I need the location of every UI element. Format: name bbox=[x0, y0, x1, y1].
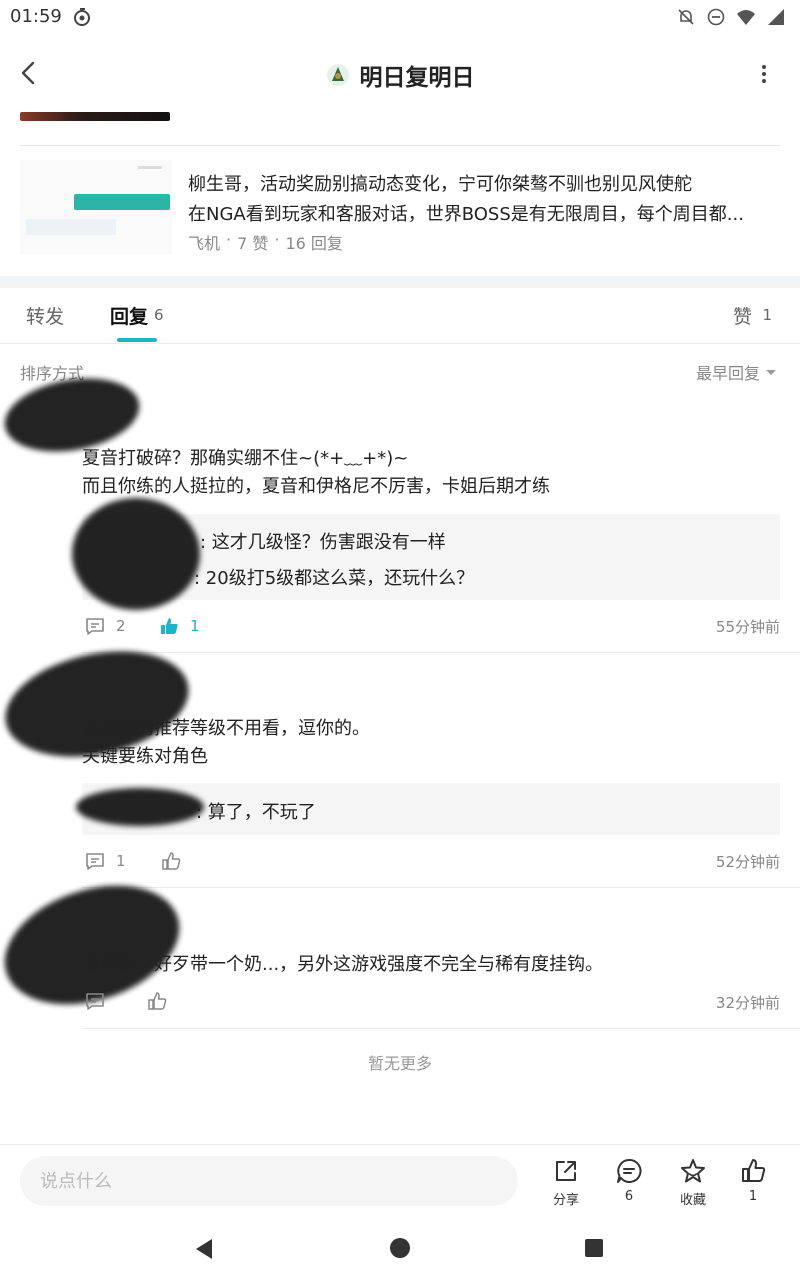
post-title: 柳生哥，活动奖励别搞动态变化，宁可你桀骜不驯也别见风使舵 bbox=[188, 174, 692, 195]
user-avatar[interactable] bbox=[326, 63, 350, 87]
favorite-label: 收藏 bbox=[679, 1193, 706, 1208]
comment-icon bbox=[86, 853, 104, 870]
tab-like[interactable]: 赞 bbox=[733, 302, 752, 329]
share-icon bbox=[556, 1161, 576, 1181]
reply-action[interactable] bbox=[84, 990, 106, 1012]
reply-count: 1 bbox=[116, 852, 126, 870]
post-thumbnail bbox=[20, 160, 172, 255]
notifications-off-icon bbox=[678, 9, 694, 25]
page-title: 明日复明日 bbox=[359, 65, 475, 91]
comment-bubble-icon bbox=[617, 1158, 642, 1183]
referenced-post-card[interactable]: 柳生哥，活动奖励别搞动态变化，宁可你桀骜不驯也别见风使舵 在NGA看到玩家和客服… bbox=[20, 160, 780, 260]
divider bbox=[82, 1028, 800, 1029]
comment-text-line: 夏音打破碎？那确实绷不住~(*+﹏+*)~ bbox=[82, 448, 409, 469]
likes-count: 1 bbox=[748, 1189, 758, 1204]
redacted-username bbox=[76, 788, 204, 826]
post-excerpt: 在NGA看到玩家和客服对话，世界BOSS是有无限周目，每个周目都... bbox=[188, 204, 744, 225]
thumbs-up-filled-icon bbox=[161, 618, 178, 634]
thumbs-up-icon bbox=[162, 852, 181, 870]
comments-count: 6 bbox=[624, 1189, 634, 1204]
tabs: 转发 回复 6 赞 1 bbox=[0, 288, 800, 344]
section-gap bbox=[0, 276, 800, 288]
comment-icon bbox=[86, 993, 104, 1010]
meta-separator: · bbox=[274, 230, 280, 249]
comment-time: 52分钟前 bbox=[715, 853, 780, 871]
comment-icon bbox=[86, 618, 104, 635]
tab-reply[interactable]: 回复 bbox=[110, 302, 148, 329]
quoted-reply: : 20级打5级都这么菜，还玩什么？ bbox=[194, 568, 475, 589]
do-not-disturb-icon bbox=[707, 8, 725, 26]
reply-count: 2 bbox=[116, 617, 126, 635]
post-likes: 7 赞 bbox=[237, 234, 269, 253]
nav-back-icon[interactable] bbox=[192, 1237, 216, 1261]
reply-action[interactable]: 2 bbox=[84, 615, 126, 637]
previous-post-thumbnail[interactable] bbox=[20, 112, 170, 121]
active-tab-indicator bbox=[117, 338, 157, 342]
post-author: 飞机 bbox=[188, 234, 221, 253]
more-options-icon[interactable] bbox=[756, 62, 772, 86]
comment-item: 夏音打破碎？那确实绷不住~(*+﹏+*)~ 而且你练的人挺拉的，夏音和伊格尼不厉… bbox=[0, 368, 800, 650]
meta-separator: · bbox=[226, 230, 232, 249]
status-time: 01:59 bbox=[10, 6, 62, 27]
comment-text-line: 这游戏的推荐等级不用看，逗你的。 bbox=[82, 718, 370, 739]
app-notification-icon bbox=[74, 8, 90, 26]
wifi-icon bbox=[737, 10, 755, 25]
comment-item: 没带奶，好歹带一个奶...，另外这游戏强度不完全与稀有度挂钩。 32分钟前 bbox=[0, 864, 800, 1026]
quoted-reply: : 算了，不玩了 bbox=[196, 802, 316, 823]
nav-home-icon[interactable] bbox=[389, 1237, 411, 1259]
like-count: 1 bbox=[190, 617, 200, 635]
bottom-action-bar: 分享 6 收藏 1 bbox=[0, 1144, 800, 1217]
like-button[interactable]: 1 bbox=[725, 1157, 781, 1204]
header: 明日复明日 bbox=[0, 34, 800, 114]
share-label: 分享 bbox=[552, 1193, 579, 1208]
comment-text-line: 关键要练对角色 bbox=[82, 746, 208, 767]
nav-recents-icon[interactable] bbox=[584, 1238, 604, 1258]
tab-like-count: 1 bbox=[762, 306, 772, 324]
status-bar: 01:59 bbox=[0, 0, 800, 34]
divider bbox=[20, 145, 780, 146]
comment-text-line: 没带奶，好歹带一个奶...，另外这游戏强度不完全与稀有度挂钩。 bbox=[82, 954, 604, 975]
like-action[interactable]: 1 bbox=[158, 615, 200, 637]
comment-item: 这游戏的推荐等级不用看，逗你的。 关键要练对角色 : 算了，不玩了 1 52分钟… bbox=[0, 635, 800, 880]
like-action[interactable] bbox=[160, 850, 182, 872]
comment-time: 55分钟前 bbox=[715, 618, 780, 636]
reply-action[interactable]: 1 bbox=[84, 850, 126, 872]
thumbs-up-icon bbox=[148, 992, 167, 1010]
battery-icon bbox=[768, 9, 784, 25]
system-nav-bar bbox=[0, 1217, 800, 1280]
title-wrap: 明日复明日 bbox=[0, 58, 800, 92]
no-more-label: 暂无更多 bbox=[367, 1054, 432, 1073]
comments-button[interactable]: 6 bbox=[601, 1157, 657, 1204]
comment-input[interactable] bbox=[20, 1156, 518, 1206]
favorite-button[interactable]: 收藏 bbox=[665, 1157, 721, 1208]
comment-time: 32分钟前 bbox=[715, 994, 780, 1012]
star-icon bbox=[681, 1159, 705, 1183]
post-replies: 16 回复 bbox=[285, 234, 343, 253]
like-action[interactable] bbox=[146, 990, 168, 1012]
tab-repost[interactable]: 转发 bbox=[26, 302, 64, 329]
thumbs-up-icon bbox=[742, 1159, 766, 1182]
post-meta: 飞机 · 7 赞 · 16 回复 bbox=[188, 230, 343, 254]
comment-text-line: 而且你练的人挺拉的，夏音和伊格尼不厉害，卡姐后期才练 bbox=[82, 476, 550, 497]
share-button[interactable]: 分享 bbox=[538, 1157, 594, 1208]
redacted-username bbox=[72, 498, 200, 610]
quoted-reply: : 这才几级怪？伤害跟没有一样 bbox=[200, 532, 446, 553]
tab-reply-count: 6 bbox=[154, 306, 164, 324]
